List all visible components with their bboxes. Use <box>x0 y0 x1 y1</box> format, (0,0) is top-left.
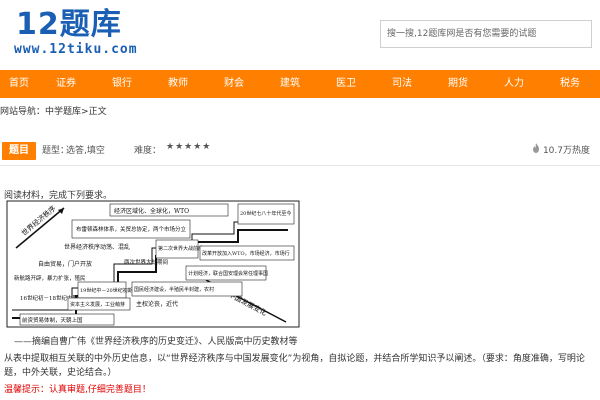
difficulty-stars: ★★★★★ <box>166 142 212 152</box>
question-tag: 题目 <box>2 142 36 160</box>
logo-main-text: 12题库 <box>16 7 122 42</box>
fig-box-14: 资本主义发展，工业萌芽 <box>70 301 125 308</box>
breadcrumb-separator: > <box>81 107 89 117</box>
difficulty-label: 难度： <box>134 146 162 156</box>
search-input[interactable] <box>381 21 591 47</box>
question-text: 从表中提取相互关联的中外历史信息，以“世界经济秩序与中国发展变化”为视角，自拟论… <box>4 354 585 378</box>
fig-box-16: 前资贸易体制，天朝上国 <box>22 316 83 324</box>
warm-tip: 温馨提示：认真审题,仔细完善题目！ <box>4 385 151 395</box>
fig-box-10: 新航路开辟，暴力扩张，殖民 <box>14 274 86 282</box>
logo-url-text: www.12tiku.com <box>14 42 138 57</box>
fig-box-1: 经济区域化、全球化，WTO <box>114 207 189 215</box>
site-logo[interactable]: 12题库 www.12tiku.com <box>10 8 180 60</box>
fig-box-11: 19世纪中－20世纪初期 <box>80 287 133 294</box>
heat-count: 10.7万热度 <box>542 146 590 156</box>
nav-item-futures[interactable]: 期货 <box>430 70 486 98</box>
question-type-label: 题型： <box>42 146 70 156</box>
fig-box-8: 计划经济，联合国安理会常任理事国 <box>188 270 268 277</box>
fig-box-2: 布雷顿森林体系，关贸总协定，两个市场分立 <box>76 225 187 233</box>
question-type-value: 选答,填空 <box>66 146 105 156</box>
question-meta-bar: 题目 题型： 选答,填空 难度： ★★★★★ 10.7万热度 <box>0 134 600 166</box>
fig-box-7: 两次世界大战期间 <box>124 258 168 266</box>
fig-box-12: 国民经济建设，半殖民半封建，农村 <box>134 286 214 293</box>
material-source: ——摘编自曹广伟《世界经济秩序的历史变迁》、人民版高中历史教材等 <box>14 337 298 347</box>
breadcrumb: 网站导航：中学题库>正文 <box>0 104 600 120</box>
nav-item-teacher[interactable]: 教师 <box>150 70 206 98</box>
breadcrumb-link-middle-school[interactable]: 中学题库 <box>45 107 81 117</box>
history-figure: 世界经济秩序 中国发展变化 经济区域化、全球化，WTO 布雷顿森林体系，关贸总协… <box>6 200 300 328</box>
site-header: 12题库 www.12tiku.com <box>0 0 600 68</box>
nav-item-medical[interactable]: 医卫 <box>318 70 374 98</box>
figure-diagram: 世界经济秩序 中国发展变化 经济区域化、全球化，WTO 布雷顿森林体系，关贸总协… <box>6 200 300 328</box>
nav-item-construction[interactable]: 建筑 <box>262 70 318 98</box>
breadcrumb-current: 正文 <box>88 107 107 117</box>
nav-item-securities[interactable]: 证券 <box>38 70 94 98</box>
fig-box-9: 自由贸易，门户开放 <box>38 260 92 268</box>
fig-box-6: 改革开放加入WTO，市场经济，市场行 <box>202 250 290 257</box>
flame-icon <box>533 143 539 153</box>
nav-item-bank[interactable]: 银行 <box>94 70 150 98</box>
nav-item-tax[interactable]: 税务 <box>542 70 598 98</box>
nav-item-home[interactable]: 首页 <box>0 70 38 98</box>
fig-box-3: 世界经济秩序动荡、混乱 <box>64 243 130 251</box>
nav-item-judicial[interactable]: 司法 <box>374 70 430 98</box>
nav-item-accounting[interactable]: 财会 <box>206 70 262 98</box>
search-box[interactable] <box>380 20 592 48</box>
fig-box-15: 主权沦丧，近代 <box>136 300 178 308</box>
fig-box-5: 20世纪七八十年代至今 <box>240 210 291 217</box>
main-nav: 首页 证券 银行 教师 财会 建筑 医卫 司法 期货 人力 税务 <box>0 70 600 98</box>
breadcrumb-prefix: 网站导航： <box>0 107 46 117</box>
fig-box-4: 第二次世界大战前后 <box>158 245 203 252</box>
nav-item-hr[interactable]: 人力 <box>486 70 542 98</box>
